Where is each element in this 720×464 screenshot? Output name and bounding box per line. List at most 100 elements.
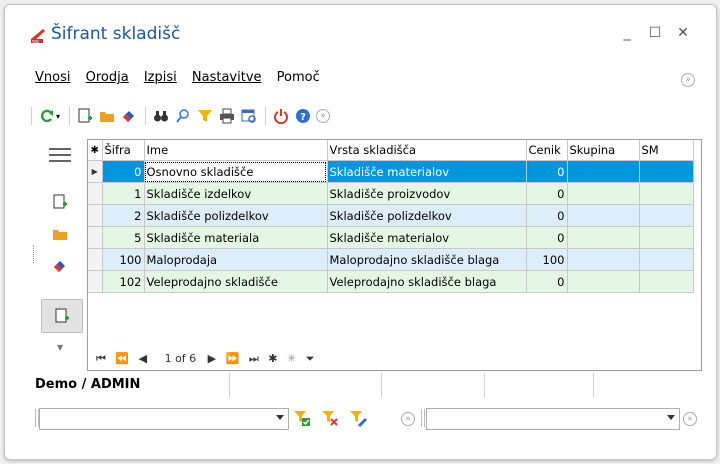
cell-sm[interactable] [639,248,694,271]
cell-ime[interactable]: Skladišče izdelkov [144,182,328,205]
col-header-vrsta[interactable]: Vrsta skladišča [327,140,527,161]
eraser-icon[interactable] [119,105,139,127]
table-row[interactable]: ▶ 0 Osnovno skladišče Skladišče material… [88,160,694,183]
bottom-expand-right-icon[interactable]: » [683,412,697,426]
cell-ime[interactable]: Skladišče materiala [144,226,328,249]
cell-skupina[interactable] [567,270,640,293]
report-icon[interactable] [239,105,259,127]
cell-sm[interactable] [639,182,694,205]
insert-record-icon[interactable]: ✳ [287,352,296,365]
table-row[interactable]: 100 Maloprodaja Maloprodajno skladišče b… [88,248,694,271]
col-header-skupina[interactable]: Skupina [567,140,640,161]
cell-skupina[interactable] [567,226,640,249]
cell-sifra[interactable]: 102 [102,270,145,293]
menu-expand-icon[interactable]: » [681,73,695,87]
menu-item-orodja[interactable]: Orodja [86,70,129,85]
last-page-icon[interactable]: ⏭ [249,352,259,365]
cell-ime[interactable]: Skladišče polizdelkov [144,204,328,227]
new-icon[interactable] [75,105,95,127]
cell-cenik[interactable]: 0 [526,160,568,183]
cell-sm[interactable] [639,270,694,293]
cell-sifra[interactable]: 100 [102,248,145,271]
row-indicator[interactable] [88,204,103,227]
filter-combo-right[interactable] [426,408,680,430]
cell-vrsta[interactable]: Skladišče materialov [327,160,527,183]
filter-clear-icon[interactable] [321,409,339,430]
more-icon[interactable]: » [313,105,333,127]
cell-skupina[interactable] [567,160,640,183]
search-icon[interactable] [173,105,193,127]
menu-item-nastavitve[interactable]: Nastavitve [192,70,262,85]
print-icon[interactable] [217,105,237,127]
prev-record-icon[interactable]: ◀ [139,352,147,365]
minimize-button[interactable]: _ [619,25,635,41]
cell-skupina[interactable] [567,182,640,205]
row-indicator[interactable] [88,248,103,271]
table-row[interactable]: 102 Veleprodajno skladišče Veleprodajno … [88,270,694,293]
cell-cenik[interactable]: 0 [526,226,568,249]
table-row[interactable]: 1 Skladišče izdelkov Skladišče proizvodo… [88,182,694,205]
side-menu-icon[interactable] [49,148,71,162]
cell-ime[interactable]: Osnovno skladišče [144,160,328,183]
maximize-button[interactable]: ☐ [647,25,663,41]
close-button[interactable]: ✕ [675,25,691,41]
append-record-icon[interactable]: ✱ [268,352,277,365]
cell-ime[interactable]: Maloprodaja [144,248,328,271]
chevron-down-icon [667,415,675,420]
open-folder-icon[interactable] [97,105,117,127]
table-row[interactable]: 2 Skladišče polizdelkov Skladišče polizd… [88,204,694,227]
menu-item-izpisi[interactable]: Izpisi [144,70,177,85]
cell-sm[interactable] [639,204,694,227]
cell-ime[interactable]: Veleprodajno skladišče [144,270,328,293]
row-indicator-header[interactable]: ✱ [88,140,103,161]
cell-sifra[interactable]: 0 [102,160,145,183]
cell-vrsta[interactable]: Skladišče proizvodov [327,182,527,205]
cell-sifra[interactable]: 1 [102,182,145,205]
row-indicator[interactable] [88,226,103,249]
side-folder-icon[interactable] [51,225,69,243]
filter-edit-icon[interactable] [349,409,367,430]
cell-sm[interactable] [639,226,694,249]
nav-filter-icon[interactable]: ⏷ [306,352,315,365]
filter-apply-icon[interactable] [293,409,311,430]
cell-cenik[interactable]: 0 [526,182,568,205]
filter-icon[interactable] [195,105,215,127]
side-new-icon[interactable] [51,193,69,211]
cell-sifra[interactable]: 5 [102,226,145,249]
first-page-icon[interactable]: ⏮ [96,352,106,365]
power-icon[interactable] [271,105,291,127]
binoculars-icon[interactable] [151,105,171,127]
help-icon[interactable]: ? [293,105,313,127]
cell-vrsta[interactable]: Skladišče materialov [327,226,527,249]
cell-vrsta[interactable]: Veleprodajno skladišče blaga [327,270,527,293]
bottom-expand-icon[interactable]: » [401,412,415,426]
chevron-down-icon [276,415,284,420]
filter-combo-left[interactable] [39,408,289,430]
cell-skupina[interactable] [567,204,640,227]
menu-item-vnosi[interactable]: Vnosi [35,70,70,85]
cell-skupina[interactable] [567,248,640,271]
next-page-icon[interactable]: ⏩ [226,352,240,365]
prev-page-icon[interactable]: ⏪ [115,352,129,365]
table-row[interactable]: 5 Skladišče materiala Skladišče material… [88,226,694,249]
cell-sifra[interactable]: 2 [102,204,145,227]
cell-vrsta[interactable]: Skladišče polizdelkov [327,204,527,227]
cell-cenik[interactable]: 0 [526,204,568,227]
col-header-cenik[interactable]: Cenik [526,140,568,161]
side-add-button[interactable] [41,299,83,333]
col-header-sm[interactable]: SM [639,140,694,161]
menu-item-pomoc[interactable]: Pomoč [277,70,320,85]
side-eraser-icon[interactable] [51,257,69,275]
app-logo-icon: SN [31,29,45,45]
row-indicator[interactable] [88,270,103,293]
row-indicator[interactable] [88,182,103,205]
cell-cenik[interactable]: 100 [526,248,568,271]
col-header-sifra[interactable]: Šifra [102,140,145,161]
side-scroll-down-icon[interactable]: ▼ [57,343,63,352]
next-record-icon[interactable]: ▶ [208,352,216,365]
cell-sm[interactable] [639,160,694,183]
col-header-ime[interactable]: Ime [144,140,328,161]
cell-vrsta[interactable]: Maloprodajno skladišče blaga [327,248,527,271]
cell-cenik[interactable]: 0 [526,270,568,293]
refresh-dropdown-icon[interactable]: ▾ [53,105,63,127]
